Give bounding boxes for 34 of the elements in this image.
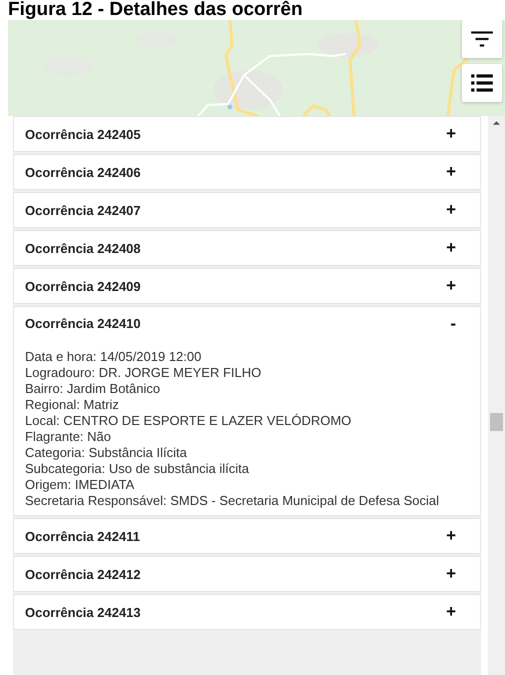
list-button[interactable]: [462, 64, 502, 102]
toggle-sign: +: [446, 602, 456, 622]
scroll-up-icon: [492, 120, 501, 126]
detail-text: Secretaria Responsável: SMDS - Secretaria Municipal de Defesa Social: [25, 493, 440, 509]
toggle-sign: +: [446, 526, 456, 546]
toggle-sign: +: [446, 276, 456, 296]
occurrence-title: Ocorrência 242409: [25, 278, 141, 294]
occurrence-title: Ocorrência 242410: [25, 316, 141, 331]
toggle-sign: +: [446, 564, 456, 584]
toggle-sign: +: [446, 200, 456, 220]
occurrence-title: Ocorrência 242413: [25, 604, 141, 620]
occurrence-title: Ocorrência 242412: [25, 566, 141, 582]
detail-text: Data e hora: 14/05/2019 12:00: [25, 349, 202, 365]
detail-text: Regional: Matriz: [25, 397, 120, 413]
occurrence-title: Ocorrência 242411: [25, 528, 140, 544]
occurrence-title: Ocorrência 242405: [25, 126, 141, 142]
detail-text: Local: CENTRO DE ESPORTE E LAZER VELÓDROMO: [25, 413, 352, 429]
detail-text: Categoria: Substância Ilícita: [25, 445, 188, 461]
toggle-sign: +: [446, 162, 456, 182]
scroll-thumb[interactable]: [490, 413, 503, 431]
toggle-sign: +: [446, 124, 456, 144]
occurrence-title: Ocorrência 242406: [25, 164, 141, 180]
toggle-sign: +: [446, 238, 456, 258]
detail-text: Bairro: Jardim Botânico: [25, 381, 162, 397]
figure-caption: Figura 12 - Detalhes das ocorrên: [7, 0, 304, 20]
detail-text: Origem: IMEDIATA: [25, 477, 136, 493]
detail-text: Logradouro: DR. JORGE MEYER FILHO: [25, 365, 262, 381]
filter-button[interactable]: [462, 20, 502, 58]
occurrence-title: Ocorrência 242408: [25, 240, 141, 256]
detail-text: Subcategoria: Uso de substância ilícita: [25, 461, 250, 477]
scrollbar[interactable]: [488, 116, 505, 675]
toggle-sign: -: [450, 314, 456, 334]
occurrence-title: Ocorrência 242407: [25, 202, 141, 218]
detail-text: Flagrante: Não: [25, 429, 112, 445]
